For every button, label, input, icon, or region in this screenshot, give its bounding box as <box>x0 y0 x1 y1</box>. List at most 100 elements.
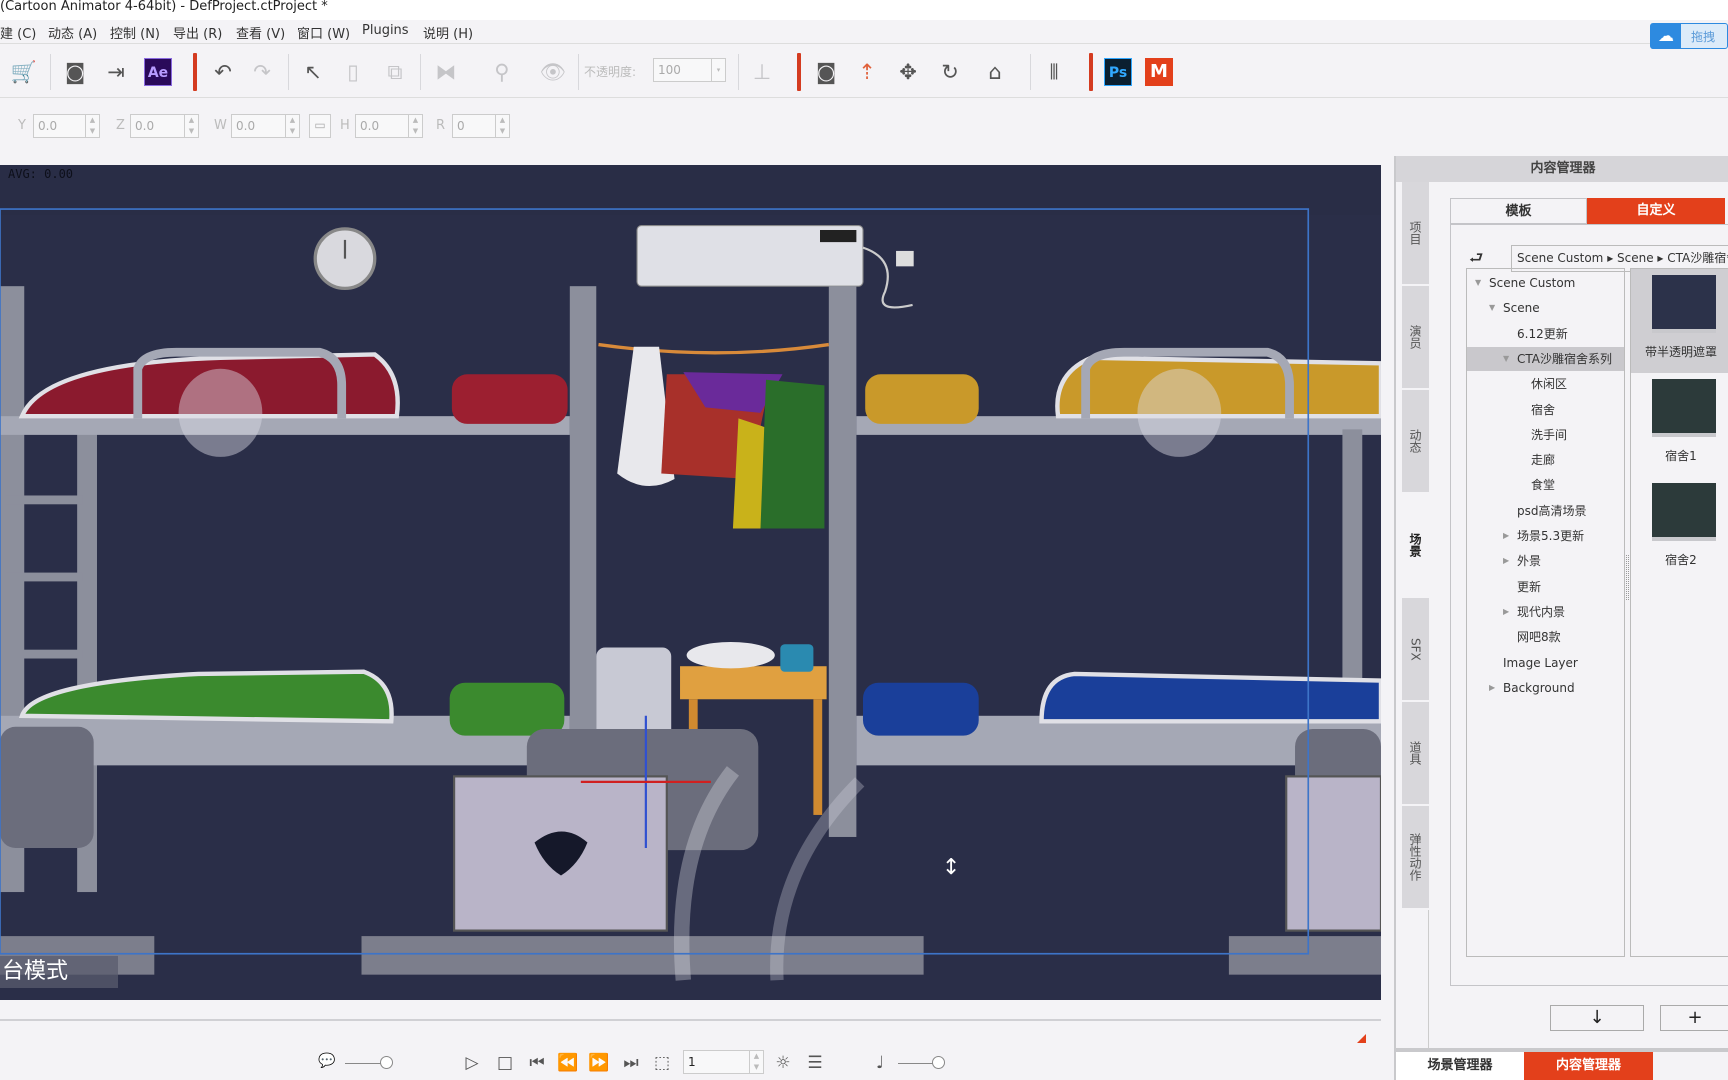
tree-node[interactable]: 6.12更新 <box>1467 322 1624 346</box>
y-input[interactable]: 0.0 ▲ ▼ <box>33 114 100 138</box>
menu-control[interactable]: 控制 (N) <box>110 23 160 42</box>
stop-icon[interactable]: □ <box>494 1053 516 1073</box>
tree-node[interactable]: ▼ Scene <box>1467 296 1624 320</box>
w-input[interactable]: 0.0 ▲ ▼ <box>231 114 300 138</box>
z-input[interactable]: 0.0 ▲ ▼ <box>130 114 199 138</box>
tree-node[interactable]: 走廊 <box>1467 448 1624 472</box>
tree-node[interactable]: 网吧8款 <box>1467 625 1624 649</box>
download-button[interactable]: ↓ <box>1550 1005 1644 1031</box>
tab-content-manager[interactable]: 内容管理器 <box>1524 1052 1653 1080</box>
menu-view[interactable]: 查看 (V) <box>236 23 285 42</box>
expand-down-icon[interactable]: ▼ <box>1503 347 1509 371</box>
side-tab-project[interactable]: 项目 <box>1402 182 1429 286</box>
export-icon[interactable]: ⇥ <box>102 58 130 86</box>
preview-icon[interactable]: ◙ <box>61 58 89 86</box>
w-spinner[interactable]: ▲ ▼ <box>285 115 299 137</box>
expand-right-icon[interactable]: ▶ <box>1489 676 1495 700</box>
r-input[interactable]: 0 ▲ ▼ <box>452 114 510 138</box>
opacity-dropdown[interactable]: ▾ <box>711 59 725 81</box>
h-spinner[interactable]: ▲ ▼ <box>408 115 422 137</box>
store-cart-icon[interactable]: 🛒 <box>10 58 38 86</box>
tree-node[interactable]: 更新 <box>1467 575 1624 599</box>
first-frame-icon[interactable]: ⏮ <box>526 1053 548 1073</box>
side-tab-animation[interactable]: 动态 <box>1402 390 1429 494</box>
tree-node[interactable]: 宿舍 <box>1467 398 1624 422</box>
side-tab-actor[interactable]: 演员 <box>1402 286 1429 390</box>
tree-node[interactable]: ▶ 场景5.3更新 <box>1467 524 1624 548</box>
mirror-icon[interactable]: ⫴ <box>1040 58 1068 86</box>
subtitle-icon[interactable]: 💬 <box>316 1053 338 1069</box>
tree-node[interactable]: ▼ CTA沙雕宿舍系列 <box>1467 346 1624 371</box>
menu-export[interactable]: 导出 (R) <box>173 23 222 42</box>
after-effects-icon[interactable]: Ae <box>144 58 172 86</box>
tree-node[interactable]: Image Layer <box>1467 651 1624 675</box>
tree-node[interactable]: ▼ Scene Custom <box>1467 271 1624 295</box>
camera-icon[interactable]: ◙ <box>812 58 840 86</box>
tree-node[interactable]: ▶ Background <box>1467 676 1624 700</box>
side-tab-spring[interactable]: 弹性动作 <box>1402 806 1429 910</box>
tree-node[interactable]: ▶ 外景 <box>1467 549 1624 573</box>
tab-scene-manager[interactable]: 场景管理器 <box>1396 1052 1524 1080</box>
stage-canvas[interactable]: AVG: 0.00 ↕ 台模式 <box>0 165 1381 1000</box>
rotate-icon[interactable]: ↻ <box>936 58 964 86</box>
menu-window[interactable]: 窗口 (W) <box>297 23 350 42</box>
expand-down-icon[interactable]: ▼ <box>1489 296 1495 320</box>
flip-icon[interactable]: ⧓ <box>432 58 460 86</box>
expand-down-icon[interactable]: ▼ <box>1475 271 1481 295</box>
resize-corner-icon[interactable] <box>1357 1034 1366 1043</box>
expand-right-icon[interactable]: ▶ <box>1503 549 1509 573</box>
photoshop-icon[interactable]: Ps <box>1104 58 1132 86</box>
pivot-icon[interactable]: ⇡ <box>853 58 881 86</box>
subtitle-slider-track[interactable] <box>345 1063 385 1064</box>
r-spinner[interactable]: ▲ ▼ <box>495 115 509 137</box>
previous-frame-icon[interactable]: ⏪ <box>557 1053 579 1073</box>
thumbnail-item[interactable]: 宿舍1 <box>1631 373 1728 477</box>
side-tab-props[interactable]: 道具 <box>1402 702 1429 806</box>
side-tab-scene[interactable]: 场景 <box>1402 494 1429 598</box>
thumbnail-item[interactable]: 宿舍2 <box>1631 477 1728 581</box>
tree-node[interactable]: ▶ 现代内景 <box>1467 600 1624 624</box>
home-dropdown-icon[interactable]: ⌂ <box>981 58 1009 86</box>
menu-create[interactable]: 建 (C) <box>0 23 36 42</box>
h-input[interactable]: 0.0 ▲ ▼ <box>355 114 423 138</box>
frame-spinner[interactable]: ▲ ▼ <box>749 1051 763 1073</box>
link-icon[interactable]: ⚲ <box>488 58 516 86</box>
select-arrow-icon[interactable]: ↖ <box>299 58 327 86</box>
tree-node[interactable]: 食堂 <box>1467 473 1624 497</box>
undo-icon[interactable]: ↶ <box>209 58 237 86</box>
redo-icon[interactable]: ↷ <box>248 58 276 86</box>
duplicate-icon[interactable]: ▯ <box>339 58 367 86</box>
tree-node[interactable]: psd高清场景 <box>1467 499 1624 523</box>
z-spinner[interactable]: ▲ ▼ <box>184 115 198 137</box>
splitter-handle[interactable] <box>1626 555 1629 600</box>
last-frame-icon[interactable]: ⏭ <box>620 1053 642 1073</box>
menu-help[interactable]: 说明 (H) <box>423 23 473 42</box>
menu-animation[interactable]: 动态 (A) <box>48 23 97 42</box>
tab-template[interactable]: 模板 <box>1450 198 1587 224</box>
next-frame-icon[interactable]: ⏩ <box>588 1053 610 1073</box>
move-icon[interactable]: ✥ <box>894 58 922 86</box>
loop-icon[interactable]: ⬚ <box>651 1053 673 1073</box>
thumbnail-item[interactable]: 带半透明遮罩 <box>1631 269 1728 373</box>
y-spinner[interactable]: ▲ ▼ <box>85 115 99 137</box>
lock-ratio-button[interactable]: ▭ <box>309 114 331 138</box>
timeline-panel-icon[interactable]: ☰ <box>804 1053 826 1073</box>
add-button[interactable]: + <box>1660 1005 1728 1031</box>
music-note-icon[interactable]: ♩ <box>869 1053 891 1073</box>
tab-custom[interactable]: 自定义 <box>1587 198 1725 224</box>
tree-node[interactable]: 休闲区 <box>1467 372 1624 396</box>
frame-input[interactable]: 1 ▲ ▼ <box>683 1050 764 1074</box>
motion-m-icon[interactable]: M <box>1145 58 1173 86</box>
side-tab-sfx[interactable]: SFX <box>1402 598 1429 702</box>
audio-slider-knob[interactable] <box>932 1056 945 1069</box>
menu-plugins[interactable]: Plugins <box>362 23 409 38</box>
attach-icon[interactable]: ⊥ <box>748 58 776 86</box>
tree-node[interactable]: 洗手间 <box>1467 423 1624 447</box>
play-icon[interactable]: ▷ <box>461 1053 483 1073</box>
expand-right-icon[interactable]: ▶ <box>1503 524 1509 548</box>
visibility-eye-icon[interactable]: 👁 <box>539 58 567 86</box>
settings-sun-icon[interactable]: ☼ <box>772 1053 794 1073</box>
replace-icon[interactable]: ⧉ <box>381 58 409 86</box>
subtitle-slider-knob[interactable] <box>380 1056 393 1069</box>
opacity-input[interactable]: 100 ▾ <box>653 58 726 82</box>
